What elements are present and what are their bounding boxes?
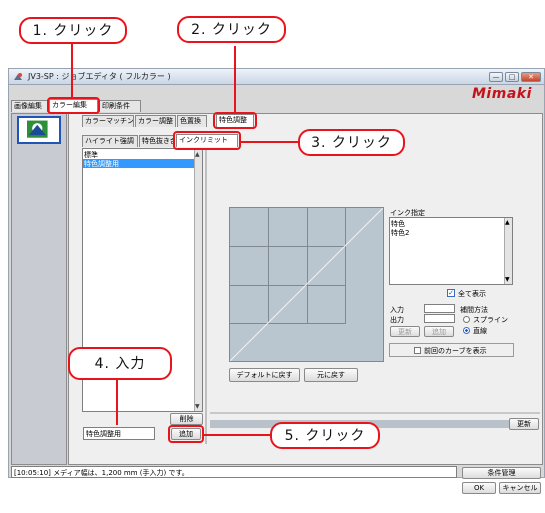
show-all-checkbox[interactable]: ✓ bbox=[447, 289, 455, 297]
curve-line bbox=[230, 208, 383, 361]
ink-spec-list: 特色 特色2 ▲ ▼ bbox=[389, 217, 513, 285]
list-item[interactable]: 特色2 bbox=[391, 228, 409, 238]
maximize-button[interactable]: □ bbox=[505, 72, 519, 82]
highlight-box-spot-color bbox=[213, 112, 257, 129]
image-thumbnail-icon bbox=[27, 120, 48, 138]
ink-curve-graph[interactable] bbox=[229, 207, 384, 362]
radio-linear-label: 直線 bbox=[473, 327, 487, 335]
mimaki-logo: Mimaki bbox=[472, 86, 532, 102]
scroll-up-icon[interactable]: ▲ bbox=[195, 151, 200, 158]
tab-highlight[interactable]: ハイライト強調 bbox=[82, 135, 138, 147]
prev-curve-checkbox[interactable] bbox=[414, 347, 421, 354]
connector-5 bbox=[204, 434, 270, 436]
prev-curve-label: 前回のカーブを表示 bbox=[424, 347, 487, 355]
thumbnail-strip bbox=[11, 113, 67, 465]
callout-step-2: 2. クリック bbox=[177, 16, 286, 43]
callout-step-1: 1. クリック bbox=[19, 17, 127, 44]
revert-button[interactable]: 元に戻す bbox=[304, 368, 358, 382]
scroll-down-icon[interactable]: ▼ bbox=[195, 403, 200, 410]
condition-manage-button[interactable]: 条件管理 bbox=[462, 467, 541, 479]
tab-spot-knockout[interactable]: 特色抜き合 bbox=[139, 135, 175, 147]
input-label: 入力 bbox=[390, 306, 404, 314]
connector-3 bbox=[241, 141, 298, 143]
connector-4 bbox=[116, 380, 118, 425]
tab-print-conditions[interactable]: 印刷条件 bbox=[99, 100, 141, 112]
ok-button[interactable]: OK bbox=[462, 482, 496, 494]
callout-step-5: 5. クリック bbox=[270, 422, 380, 449]
preset-name-input[interactable] bbox=[83, 427, 155, 440]
callout-step-4: 4. 入力 bbox=[68, 347, 172, 380]
main-update-button[interactable]: 更新 bbox=[509, 418, 539, 430]
interp-label: 補間方法 bbox=[460, 306, 488, 314]
horizontal-divider bbox=[210, 412, 540, 414]
status-log: [10:05:10] メディア幅は、1,200 mm (手入力) です。 bbox=[11, 466, 457, 478]
scroll-up-icon[interactable]: ▲ bbox=[505, 219, 510, 226]
output-label: 出力 bbox=[390, 316, 404, 324]
tab-color-replace[interactable]: 色置換 bbox=[177, 115, 207, 127]
radio-spline[interactable] bbox=[463, 316, 470, 323]
io-add-button[interactable]: 追加 bbox=[424, 326, 454, 337]
callout-step-3: 3. クリック bbox=[298, 129, 405, 156]
highlight-box-ink-limit bbox=[173, 131, 241, 150]
tab-color-adjust[interactable]: カラー調整 bbox=[135, 115, 176, 127]
scroll-down-icon[interactable]: ▼ bbox=[505, 276, 510, 283]
highlight-box-add bbox=[168, 425, 204, 443]
status-message: [10:05:10] メディア幅は、1,200 mm (手入力) です。 bbox=[14, 469, 189, 477]
radio-spline-label: スプライン bbox=[473, 316, 508, 324]
tab-image-edit[interactable]: 画像編集 bbox=[11, 100, 48, 112]
radio-linear[interactable] bbox=[463, 327, 470, 334]
ink-list-scrollbar[interactable] bbox=[504, 218, 512, 284]
reset-default-button[interactable]: デフォルトに戻す bbox=[229, 368, 300, 382]
output-value-field[interactable] bbox=[424, 314, 455, 323]
show-all-label: 全て表示 bbox=[458, 290, 486, 298]
app-icon bbox=[14, 73, 22, 80]
connector-2 bbox=[234, 46, 236, 112]
panel-divider bbox=[205, 148, 207, 444]
cancel-button[interactable]: キャンセル bbox=[499, 482, 541, 494]
connector-1 bbox=[71, 42, 73, 97]
io-update-button[interactable]: 更新 bbox=[390, 326, 420, 337]
close-button[interactable]: ✕ bbox=[521, 72, 541, 82]
list-item-selected[interactable]: 特色調整用 bbox=[83, 159, 194, 168]
highlight-box-color-edit bbox=[47, 97, 100, 114]
window-title: JV3-SP : ジョブエディタ ( フルカラー ) bbox=[28, 72, 171, 81]
list-scrollbar[interactable] bbox=[194, 149, 202, 411]
thumbnail-frame[interactable] bbox=[17, 116, 61, 144]
input-value-field[interactable] bbox=[424, 304, 455, 313]
tab-color-matching[interactable]: カラーマッチング bbox=[82, 115, 134, 127]
delete-button[interactable]: 削除 bbox=[170, 413, 203, 425]
minimize-button[interactable]: — bbox=[489, 72, 503, 82]
